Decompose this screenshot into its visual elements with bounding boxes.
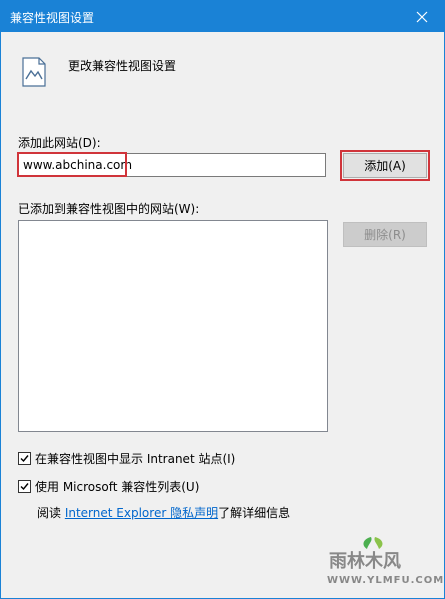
checkmark-icon (20, 483, 29, 491)
compatibility-page-icon (22, 57, 46, 87)
compatibility-view-dialog: 兼容性视图设置 更改兼容性视图设置 添加此网站(D): 添加(A) 已添加到兼容… (0, 0, 445, 599)
intranet-option-label: 在兼容性视图中显示 Intranet 站点(I) (35, 452, 236, 466)
sites-list-label: 已添加到兼容性视图中的网站(W): (18, 202, 200, 216)
checkmark-icon (20, 455, 29, 463)
microsoft-list-option[interactable]: 使用 Microsoft 兼容性列表(U) (18, 478, 199, 495)
watermark-text: 雨林木风 (329, 551, 401, 572)
close-button[interactable] (399, 1, 444, 32)
add-site-input[interactable] (18, 153, 326, 177)
remove-button[interactable]: 删除(R) (343, 222, 427, 247)
title-bar: 兼容性视图设置 (1, 1, 444, 32)
intranet-option[interactable]: 在兼容性视图中显示 Intranet 站点(I) (18, 450, 235, 467)
add-site-label: 添加此网站(D): (18, 136, 101, 150)
sites-listbox[interactable] (18, 220, 328, 432)
microsoft-list-checkbox[interactable] (18, 480, 31, 493)
privacy-footer: 阅读 Internet Explorer 隐私声明了解详细信息 (37, 504, 290, 521)
watermark-logo: 雨林木风 WWW.YLMFU.COM (309, 533, 443, 593)
microsoft-list-option-label: 使用 Microsoft 兼容性列表(U) (35, 480, 200, 494)
footer-prefix: 阅读 (37, 506, 65, 520)
header-text: 更改兼容性视图设置 (68, 59, 177, 73)
watermark-url: WWW.YLMFU.COM (327, 575, 445, 586)
close-icon (416, 11, 427, 22)
intranet-checkbox[interactable] (18, 452, 31, 465)
privacy-statement-link[interactable]: Internet Explorer 隐私声明 (65, 506, 218, 520)
footer-suffix: 了解详细信息 (218, 506, 291, 520)
window-title: 兼容性视图设置 (10, 11, 95, 25)
add-button[interactable]: 添加(A) (340, 150, 430, 181)
